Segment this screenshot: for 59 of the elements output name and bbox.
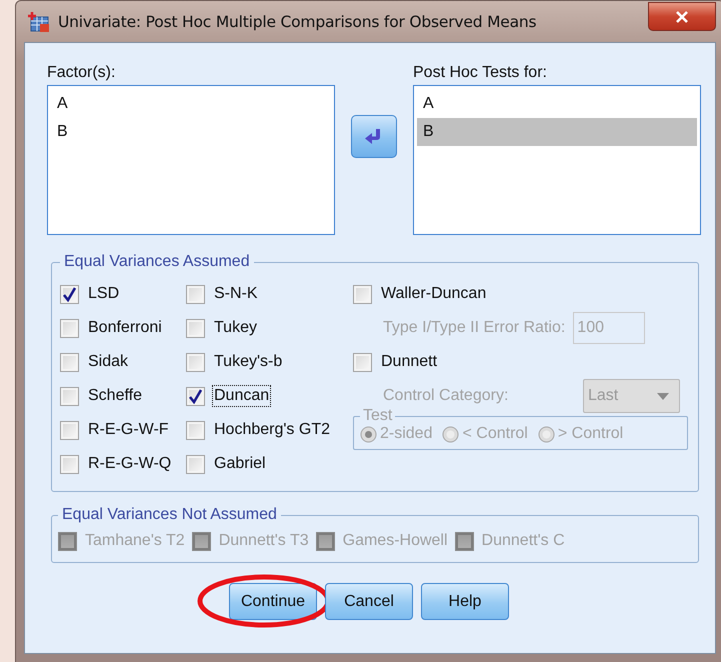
list-label: Factor(s): (47, 63, 116, 83)
radio-label: 2-sided (380, 425, 432, 443)
variable-list[interactable]: A B (413, 85, 701, 235)
checkbox[interactable] (60, 420, 79, 440)
radio-label: > Control (558, 425, 624, 443)
checkbox-label: Waller-Duncan (380, 284, 488, 304)
dialog-button[interactable]: Continue (229, 583, 317, 620)
variable-list[interactable]: A B (47, 85, 335, 235)
checkbox-label: LSD (87, 284, 120, 304)
checkbox[interactable] (60, 318, 79, 338)
checkbox-label: Gabriel (213, 454, 267, 474)
group-title: Equal Variances Not Assumed (61, 506, 278, 524)
checkbox[interactable] (60, 386, 79, 406)
checkbox-label: Hochberg's GT2 (213, 420, 331, 440)
checkbox[interactable] (186, 454, 205, 474)
close-icon (675, 10, 689, 22)
checkbox[interactable] (186, 318, 205, 338)
checkbox[interactable] (60, 454, 79, 474)
group-title: Test (362, 407, 394, 425)
caret-icon (657, 392, 669, 400)
checkbox-label: Scheffe (87, 386, 143, 406)
field-label: Control Category: (383, 387, 508, 405)
move-button[interactable] (351, 115, 397, 158)
window-title: Univariate: Post Hoc Multiple Comparisons for Observed Means (58, 12, 538, 30)
dialog-button[interactable]: Help (421, 583, 509, 620)
list-item[interactable]: B (417, 118, 697, 146)
check-mark-icon (62, 286, 77, 302)
list-item[interactable]: B (51, 118, 331, 146)
close-button[interactable] (648, 2, 716, 31)
checkbox-label: R-E-G-W-Q (87, 454, 172, 474)
table-icon (28, 10, 50, 32)
checkbox[interactable] (353, 352, 372, 372)
checkbox-label: Tukey's-b (213, 352, 284, 372)
checkbox-label: Dunnett's T3 (218, 531, 310, 551)
checkbox[interactable] (186, 284, 205, 304)
checkbox-label: S-N-K (213, 284, 259, 304)
checkbox[interactable] (186, 352, 205, 372)
list-item[interactable]: A (417, 90, 697, 118)
checkbox-label: Dunnett's C (480, 531, 566, 551)
list-item[interactable]: A (51, 90, 331, 118)
checkbox-label: Games-Howell (342, 531, 449, 551)
checkbox-label: Dunnett (380, 352, 438, 372)
group-title: Equal Variances Assumed (63, 253, 251, 271)
field-label: Type I/Type II Error Ratio: (383, 319, 566, 337)
checkbox-label: Tamhane's T2 (84, 531, 186, 551)
dialog-button[interactable]: Cancel (325, 583, 413, 620)
checkbox-label: Bonferroni (87, 318, 163, 338)
list-label: Post Hoc Tests for: (413, 63, 548, 83)
radio-label: < Control (462, 425, 528, 443)
checkbox-label: Tukey (213, 318, 258, 338)
checkbox-label: R-E-G-W-F (87, 420, 170, 440)
checkbox-label: Duncan (213, 386, 270, 406)
checkbox[interactable] (186, 386, 205, 406)
checkbox[interactable] (186, 420, 205, 440)
checkbox[interactable] (60, 284, 79, 304)
checkbox[interactable] (353, 284, 372, 304)
check-mark-icon (188, 388, 203, 404)
checkbox[interactable] (60, 352, 79, 372)
checkbox-label: Sidak (87, 352, 130, 372)
